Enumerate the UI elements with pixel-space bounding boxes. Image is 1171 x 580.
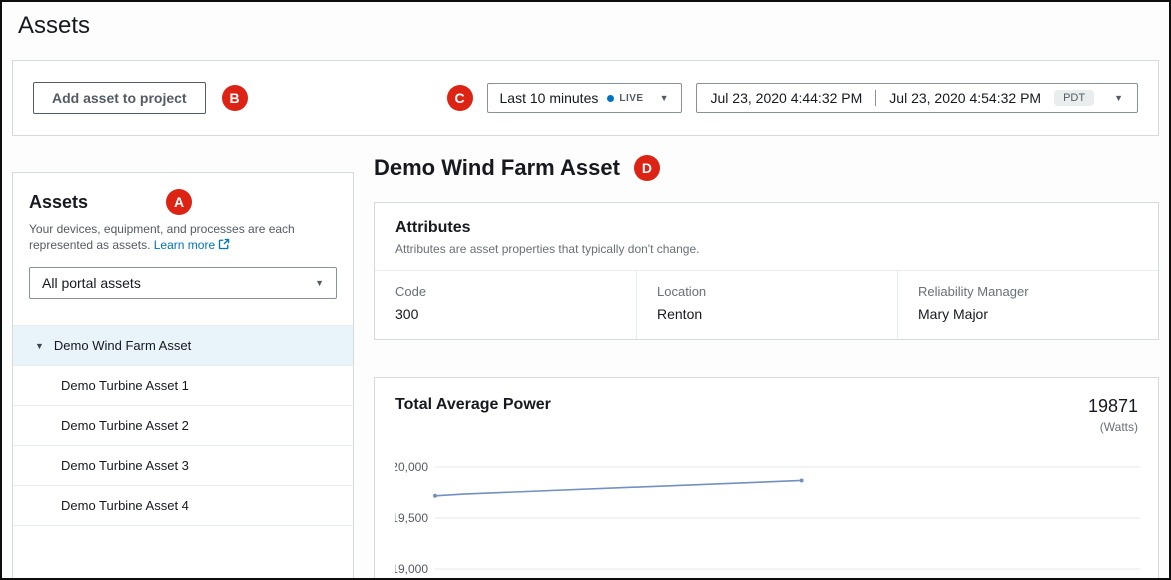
attribute-value: Renton <box>657 306 877 322</box>
add-asset-to-project-button[interactable]: Add asset to project <box>33 82 206 114</box>
tree-item-demo-turbine-asset-1[interactable]: Demo Turbine Asset 1 <box>13 366 353 406</box>
callout-d: D <box>634 155 660 181</box>
attributes-subtitle: Attributes are asset properties that typ… <box>395 242 1138 256</box>
tree-item-label: Demo Turbine Asset 2 <box>61 418 189 433</box>
tree-item-label: Demo Turbine Asset 4 <box>61 498 189 513</box>
learn-more-label: Learn more <box>154 238 215 252</box>
tree-item-demo-wind-farm-asset[interactable]: ▼ Demo Wind Farm Asset <box>13 326 353 366</box>
power-latest-value-block: 19871 (Watts) <box>1088 396 1138 434</box>
tree-expand-icon[interactable]: ▼ <box>35 341 44 351</box>
external-link-icon <box>218 238 230 250</box>
power-unit: (Watts) <box>1088 420 1138 434</box>
attribute-item: Code 300 <box>375 271 636 339</box>
attributes-title: Attributes <box>395 219 1138 237</box>
date-range-start: Jul 23, 2020 4:44:32 PM <box>711 90 863 106</box>
attribute-label: Code <box>395 284 616 299</box>
asset-tree: ▼ Demo Wind Farm Asset Demo Turbine Asse… <box>13 325 353 526</box>
attribute-item: Reliability Manager Mary Major <box>897 271 1158 339</box>
attribute-value: Mary Major <box>918 306 1138 322</box>
power-line-chart: 20,000 19,500 19,000 <box>395 442 1140 580</box>
power-panel-title: Total Average Power <box>395 396 551 414</box>
portal-assets-dropdown[interactable]: All portal assets ▼ <box>29 267 337 299</box>
power-latest-value: 19871 <box>1088 396 1138 417</box>
asset-heading-row: Demo Wind Farm Asset D <box>374 155 660 181</box>
live-label: LIVE <box>619 93 643 104</box>
attribute-value: 300 <box>395 306 616 322</box>
callout-a: A <box>166 189 192 215</box>
attributes-panel-header: Attributes Attributes are asset properti… <box>375 203 1158 271</box>
callout-b: B <box>222 85 248 111</box>
power-panel-header: Total Average Power 19871 (Watts) <box>395 396 1138 434</box>
attributes-grid: Code 300 Location Renton Reliability Man… <box>375 271 1158 339</box>
tree-item-demo-turbine-asset-2[interactable]: Demo Turbine Asset 2 <box>13 406 353 446</box>
tree-item-label: Demo Turbine Asset 3 <box>61 458 189 473</box>
sidebar-title: Assets <box>29 192 88 213</box>
portal-assets-selected-value: All portal assets <box>42 275 141 291</box>
chevron-down-icon: ▼ <box>1114 93 1123 103</box>
tree-item-demo-turbine-asset-4[interactable]: Demo Turbine Asset 4 <box>13 486 353 526</box>
sidebar-description: Your devices, equipment, and processes a… <box>29 221 327 253</box>
total-average-power-panel: Total Average Power 19871 (Watts) 20,000… <box>374 377 1159 580</box>
timezone-badge: PDT <box>1054 90 1094 106</box>
attribute-label: Location <box>657 284 877 299</box>
toolbar: Add asset to project B C Last 10 minutes… <box>12 60 1159 136</box>
tree-item-label: Demo Turbine Asset 1 <box>61 378 189 393</box>
chevron-down-icon: ▼ <box>315 278 324 288</box>
live-indicator: LIVE <box>607 93 643 104</box>
assets-sidebar: Assets A Your devices, equipment, and pr… <box>12 172 354 580</box>
date-separator <box>875 90 876 106</box>
tree-item-demo-turbine-asset-3[interactable]: Demo Turbine Asset 3 <box>13 446 353 486</box>
date-range-end: Jul 23, 2020 4:54:32 PM <box>889 90 1041 106</box>
attribute-label: Reliability Manager <box>918 284 1138 299</box>
chevron-down-icon: ▼ <box>660 93 669 103</box>
svg-text:19,500: 19,500 <box>395 511 428 525</box>
learn-more-link[interactable]: Learn more <box>154 238 230 252</box>
page-title: Assets <box>18 12 90 40</box>
svg-text:20,000: 20,000 <box>395 460 428 474</box>
assets-page: Assets Add asset to project B C Last 10 … <box>0 0 1171 580</box>
attribute-item: Location Renton <box>636 271 897 339</box>
date-range-picker[interactable]: Jul 23, 2020 4:44:32 PM Jul 23, 2020 4:5… <box>696 83 1138 113</box>
attributes-panel: Attributes Attributes are asset properti… <box>374 202 1159 340</box>
asset-page-heading: Demo Wind Farm Asset <box>374 155 620 181</box>
live-dot-icon <box>607 95 614 102</box>
time-range-dropdown[interactable]: Last 10 minutes LIVE ▼ <box>487 83 682 113</box>
sidebar-header: Assets A Your devices, equipment, and pr… <box>13 173 353 299</box>
time-range-label: Last 10 minutes <box>500 90 599 106</box>
tree-item-label: Demo Wind Farm Asset <box>54 338 191 353</box>
callout-c: C <box>447 85 473 111</box>
svg-text:19,000: 19,000 <box>395 562 428 576</box>
